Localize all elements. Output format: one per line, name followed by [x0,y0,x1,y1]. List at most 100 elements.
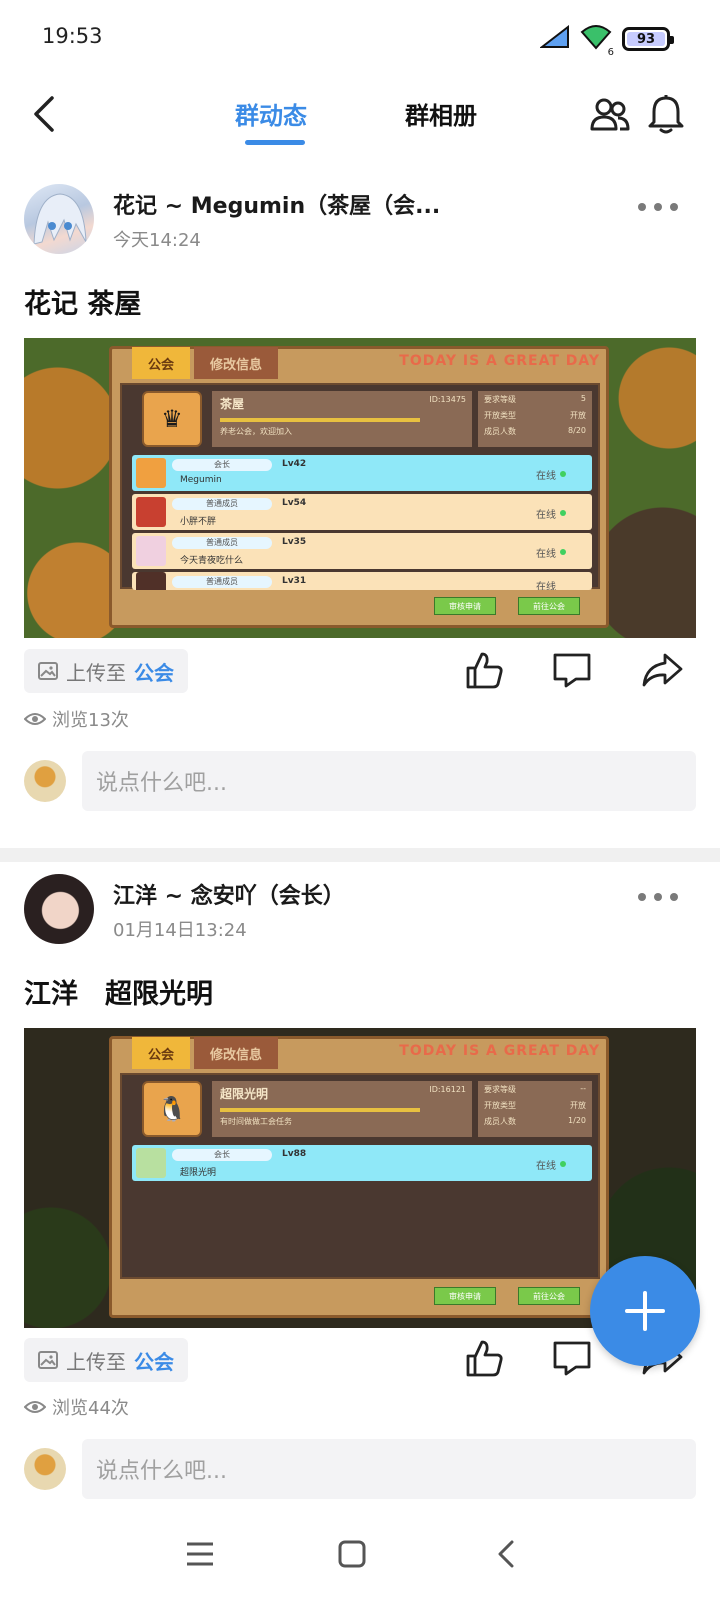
eye-icon [24,713,46,725]
member-row: 普通成员 Lv54 小胖不胖 在线 [132,494,592,530]
req-key: 成员人数 [484,427,516,436]
feed-post: 江洋 ~ 念安吖（会长） 01月14日13:24 江洋 超限光明 公会 修改信息… [0,862,720,1510]
req-value: 8/20 [568,426,586,435]
go-to-guild-button: 前往公会 [518,597,580,615]
upload-to-chip[interactable]: 上传至 公会 [24,649,188,693]
edit-info-tab: 修改信息 [194,347,279,379]
member-role: 会长 [172,459,272,471]
author-avatar[interactable] [24,874,94,944]
comment-input[interactable]: 说点什么吧... [82,1439,696,1499]
guild-requirements: 要求等级 5 开放类型 开放 成员人数 8/20 [478,391,592,447]
online-dot-icon [560,510,566,516]
comment-input[interactable]: 说点什么吧... [82,751,696,811]
post-image[interactable]: 公会 修改信息 TODAY IS A GREAT DAY ♛ 茶屋 养老公会，欢… [24,338,696,638]
battery-icon: 93 [622,27,674,51]
comment-button[interactable] [550,648,594,692]
system-nav-bar [0,1510,720,1601]
more-dot-icon [654,893,662,901]
author-name[interactable]: 江洋 ~ 念安吖（会长） [113,878,345,910]
member-role: 会长 [172,1149,272,1161]
member-status: 在线 [536,582,556,590]
member-row: 普通成员 Lv31 在线 [132,572,592,590]
upload-target-link[interactable]: 公会 [134,657,174,686]
plus-icon [625,1291,665,1331]
active-tab-indicator [245,140,305,145]
bell-icon [648,95,684,134]
view-count-text: 浏览13次 [52,710,129,731]
status-bar: 19:53 6 93 [0,0,720,78]
back-chevron-icon [498,1540,514,1568]
like-button[interactable] [462,1336,506,1380]
upload-prefix: 上传至 [66,660,126,685]
guild-tab: 公会 [132,1037,191,1069]
more-options-button[interactable] [638,882,678,912]
back-button[interactable] [24,92,64,136]
comment-button[interactable] [550,1336,594,1380]
more-dot-icon [654,203,662,211]
post-title: 江洋 超限光明 [24,979,213,1010]
member-level: Lv35 [282,537,307,547]
member-status: 在线 [536,510,556,521]
member-name: 超限光明 [180,1168,217,1178]
share-button[interactable] [640,648,684,692]
like-button[interactable] [462,648,506,692]
member-name: Megumin [180,475,222,485]
guild-inner-panel: ♛ 茶屋 养老公会，欢迎加入 ID:13475 要求等级 5 开放类型 开放 成员人… [120,383,600,590]
tab-group-album[interactable]: 群相册 [405,96,477,131]
upload-target-link[interactable]: 公会 [134,1346,174,1375]
author-name[interactable]: 花记 ~ Megumin（茶屋（会... [113,188,440,220]
wifi-badge: 6 [607,47,614,58]
member-level: Lv42 [282,459,307,469]
req-key: 要求等级 [484,1085,516,1094]
system-back-button[interactable] [484,1532,528,1576]
image-icon [38,1351,58,1369]
req-value: -- [580,1084,586,1093]
game-banner: TODAY IS A GREAT DAY [399,353,600,369]
recents-button[interactable] [178,1532,222,1576]
game-banner: TODAY IS A GREAT DAY [399,1043,600,1059]
tab-group-feed[interactable]: 群动态 [235,96,307,131]
group-members-button[interactable] [588,92,632,136]
guild-name: 茶屋 [220,397,245,411]
req-value: 1/20 [568,1116,586,1125]
more-dot-icon [638,203,646,211]
comment-icon [553,1341,591,1376]
thumbs-up-icon [466,652,503,689]
more-dot-icon [638,893,646,901]
create-post-button[interactable] [590,1256,700,1366]
post-divider [0,848,720,862]
feed-post: 花记 ~ Megumin（茶屋（会... 今天14:24 花记 茶屋 公会 修改… [0,168,720,848]
member-status: 在线 [536,1161,556,1172]
my-avatar [24,760,66,802]
guild-tab: 公会 [132,347,191,379]
guild-crest-icon: 🐧 [142,1081,202,1137]
signal-icon [539,24,570,53]
more-dot-icon [670,203,678,211]
member-role: 普通成员 [172,576,272,588]
more-dot-icon [670,893,678,901]
upload-to-chip[interactable]: 上传至 公会 [24,1338,188,1382]
author-avatar[interactable] [24,184,94,254]
online-dot-icon [560,1161,566,1167]
online-dot-icon [560,471,566,477]
menu-icon [187,1542,213,1566]
thumbs-up-icon [466,1340,503,1377]
req-key: 要求等级 [484,395,516,404]
top-header: 群动态 群相册 [0,78,720,158]
req-value: 开放 [570,411,586,420]
member-name: 今天青夜吃什么 [180,556,244,566]
member-row: 会长 Lv42 Megumin 在线 [132,455,592,491]
notifications-button[interactable] [644,92,688,136]
more-options-button[interactable] [638,192,678,222]
guild-name-box: 茶屋 养老公会，欢迎加入 ID:13475 [212,391,472,447]
status-time: 19:53 [42,24,103,48]
view-count: 浏览44次 [24,1394,129,1420]
view-count: 浏览13次 [24,706,129,732]
member-role: 普通成员 [172,537,272,549]
post-title: 花记 茶屋 [24,289,142,320]
member-level: Lv31 [282,576,307,586]
post-time: 今天14:24 [113,230,201,251]
home-button[interactable] [330,1532,374,1576]
post-image[interactable]: 公会 修改信息 TODAY IS A GREAT DAY 🐧 超限光明 有时间做… [24,1028,696,1328]
req-key: 开放类型 [484,1101,516,1110]
